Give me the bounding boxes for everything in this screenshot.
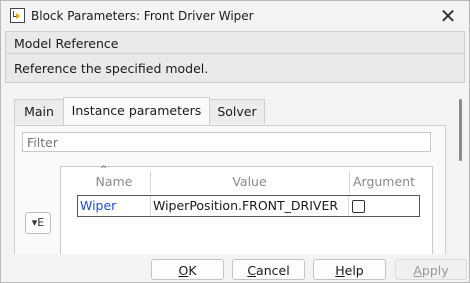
tab-main[interactable]: Main — [14, 99, 64, 124]
cancel-accelerator: C — [247, 263, 257, 278]
model-reference-group: Model Reference Reference the specified … — [5, 31, 465, 83]
column-header-argument[interactable]: Argument — [349, 173, 419, 191]
column-header-value[interactable]: Value — [150, 173, 349, 191]
expand-format-icon: ▾E — [31, 216, 45, 229]
tab-solver[interactable]: Solver — [209, 99, 265, 124]
dialog-window: Block Parameters: Front Driver Wiper ✕ M… — [0, 0, 470, 283]
parameters-table: ^ Name Value Argument Wiper WiperPositio… — [60, 165, 433, 257]
cell-divider — [150, 196, 151, 216]
ok-button[interactable]: OK — [151, 259, 224, 280]
format-toggle-button[interactable]: ▾E — [25, 212, 51, 234]
vertical-scrollbar[interactable] — [459, 99, 462, 161]
cell-divider — [348, 196, 349, 216]
window-title: Block Parameters: Front Driver Wiper — [31, 9, 254, 23]
cancel-label: ancel — [256, 263, 290, 278]
column-header-name[interactable]: Name — [78, 173, 150, 191]
group-title: Model Reference — [14, 36, 119, 51]
help-button[interactable]: Help — [313, 259, 386, 280]
tab-instance-parameters[interactable]: Instance parameters — [63, 97, 210, 125]
apply-accelerator: A — [413, 263, 422, 278]
parameter-value-cell[interactable]: WiperPosition.FRONT_DRIVER — [153, 196, 353, 216]
block-icon — [10, 8, 25, 23]
group-divider — [6, 53, 464, 54]
apply-button[interactable]: Apply — [395, 259, 467, 280]
table-row[interactable]: Wiper WiperPosition.FRONT_DRIVER — [77, 195, 420, 217]
dialog-button-bar: OK Cancel Help Apply — [1, 254, 469, 282]
filter-input[interactable] — [22, 132, 431, 152]
apply-label: pply — [421, 263, 449, 278]
close-icon[interactable]: ✕ — [433, 5, 463, 27]
title-bar: Block Parameters: Front Driver Wiper ✕ — [1, 1, 469, 31]
help-label: elp — [344, 263, 364, 278]
help-accelerator: H — [335, 263, 345, 278]
cancel-button[interactable]: Cancel — [232, 259, 305, 280]
argument-checkbox[interactable] — [352, 200, 365, 213]
ok-label: K — [188, 263, 197, 278]
parameter-name-cell[interactable]: Wiper — [80, 196, 148, 216]
ok-accelerator: O — [178, 263, 189, 278]
instance-parameters-panel: ▾E ^ Name Value Argument Wiper WiperPosi… — [14, 125, 446, 257]
group-description: Reference the specified model. — [14, 61, 209, 76]
